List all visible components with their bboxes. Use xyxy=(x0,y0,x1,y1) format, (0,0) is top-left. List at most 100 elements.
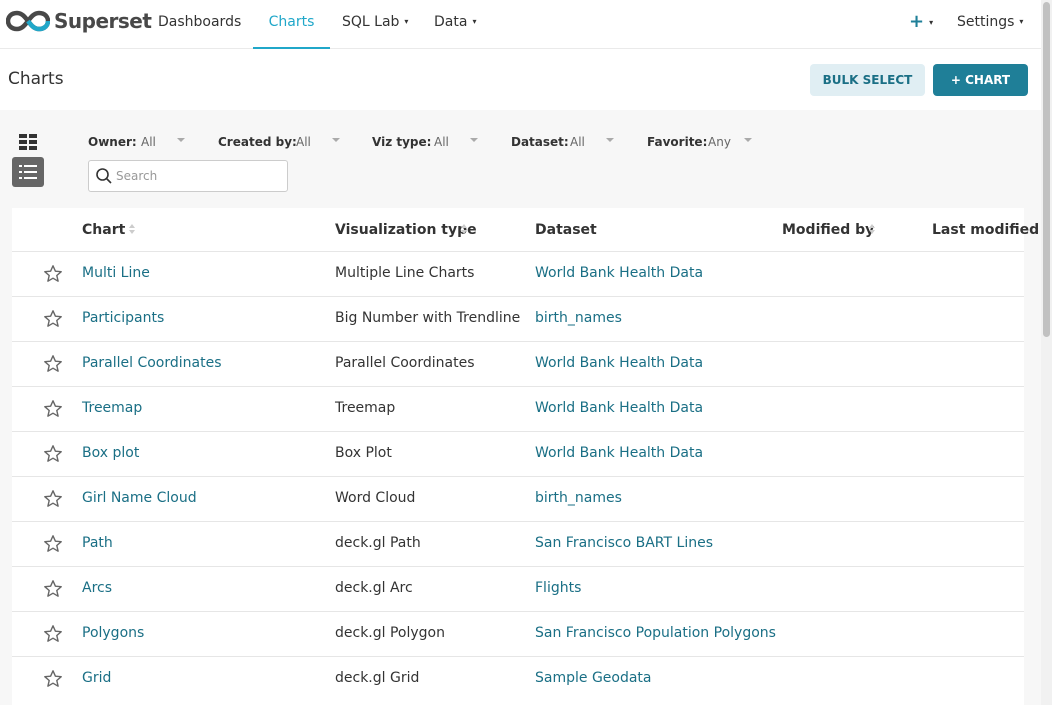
column-header-viz-type[interactable]: Visualization type xyxy=(335,222,477,238)
nav-data[interactable]: Data ▾ xyxy=(434,0,476,47)
filter-created-by-select[interactable]: All xyxy=(296,135,311,149)
chart-name-link[interactable]: Grid xyxy=(82,670,111,686)
star-outline-icon[interactable] xyxy=(43,354,63,374)
filter-created-by-label: Created by: xyxy=(218,135,297,149)
chevron-down-icon: ▾ xyxy=(1019,17,1024,26)
table-row[interactable]: Parallel Coordinates Parallel Coordinates… xyxy=(12,341,1024,387)
nav-dashboards-label: Dashboards xyxy=(158,14,242,30)
star-outline-icon[interactable] xyxy=(43,489,63,509)
chevron-down-icon[interactable] xyxy=(744,138,752,142)
card-view-toggle[interactable] xyxy=(19,134,37,150)
star-outline-icon[interactable] xyxy=(43,309,63,329)
add-chart-button[interactable]: + CHART xyxy=(933,64,1028,96)
viz-type-cell: Word Cloud xyxy=(335,490,416,506)
sort-icon[interactable] xyxy=(869,224,875,234)
sort-icon[interactable] xyxy=(129,224,135,234)
plus-icon: + xyxy=(909,11,925,32)
chart-name-link[interactable]: Girl Name Cloud xyxy=(82,490,197,506)
new-item-menu[interactable]: + ▾ xyxy=(909,0,933,47)
viz-type-cell: Box Plot xyxy=(335,445,392,461)
table-row[interactable]: Treemap Treemap World Bank Health Data xyxy=(12,386,1024,432)
column-header-last-modified[interactable]: Last modified xyxy=(932,222,1039,238)
scrollbar-thumb[interactable] xyxy=(1043,2,1050,337)
star-outline-icon[interactable] xyxy=(43,624,63,644)
page-title: Charts xyxy=(8,69,64,89)
nav-dashboards[interactable]: Dashboards xyxy=(158,0,241,47)
filter-dataset-select[interactable]: All xyxy=(570,135,585,149)
star-outline-icon[interactable] xyxy=(43,444,63,464)
dataset-link[interactable]: World Bank Health Data xyxy=(535,445,703,461)
dataset-link[interactable]: birth_names xyxy=(535,490,622,506)
nav-sql-lab[interactable]: SQL Lab ▾ xyxy=(342,0,408,47)
viz-type-cell: deck.gl Path xyxy=(335,535,421,551)
chart-name-link[interactable]: Polygons xyxy=(82,625,144,641)
filter-favorite-select[interactable]: Any xyxy=(708,135,731,149)
dataset-link[interactable]: San Francisco BART Lines xyxy=(535,535,713,551)
charts-table: Chart Visualization type Dataset Modifie… xyxy=(12,208,1039,705)
page-scrollbar[interactable] xyxy=(1041,0,1052,705)
dataset-link[interactable]: Sample Geodata xyxy=(535,670,652,686)
superset-logo-icon xyxy=(6,10,50,32)
filter-owner-select[interactable]: All xyxy=(141,135,156,149)
dataset-link[interactable]: Flights xyxy=(535,580,581,596)
column-header-chart[interactable]: Chart xyxy=(82,222,125,238)
dataset-link[interactable]: World Bank Health Data xyxy=(535,355,703,371)
table-row[interactable]: Path deck.gl Path San Francisco BART Lines xyxy=(12,521,1024,567)
search-input[interactable] xyxy=(116,166,276,186)
viz-type-cell: Multiple Line Charts xyxy=(335,265,475,281)
filter-owner-label: Owner: xyxy=(88,135,137,149)
brand-name: Superset xyxy=(54,9,152,33)
dataset-link[interactable]: San Francisco Population Polygons xyxy=(535,625,776,641)
page-header: Charts BULK SELECT + CHART xyxy=(0,49,1041,110)
star-outline-icon[interactable] xyxy=(43,669,63,689)
chevron-down-icon[interactable] xyxy=(470,138,478,142)
list-view-toggle[interactable] xyxy=(12,157,44,187)
chart-name-link[interactable]: Treemap xyxy=(82,400,142,416)
column-header-modified-by[interactable]: Modified by xyxy=(782,222,874,238)
bulk-select-button[interactable]: BULK SELECT xyxy=(810,64,925,96)
filter-favorite-label: Favorite: xyxy=(647,135,708,149)
dataset-link[interactable]: World Bank Health Data xyxy=(535,265,703,281)
sort-icon[interactable] xyxy=(461,224,467,234)
chevron-down-icon: ▾ xyxy=(472,17,477,26)
star-outline-icon[interactable] xyxy=(43,534,63,554)
viz-type-cell: deck.gl Arc xyxy=(335,580,413,596)
chevron-down-icon[interactable] xyxy=(606,138,614,142)
viz-type-cell: Treemap xyxy=(335,400,396,416)
chart-name-link[interactable]: Arcs xyxy=(82,580,112,596)
table-row[interactable]: Polygons deck.gl Polygon San Francisco Pop… xyxy=(12,611,1024,657)
table-row[interactable]: Grid deck.gl Grid Sample Geodata xyxy=(12,656,1024,702)
filter-viz-type-label: Viz type: xyxy=(372,135,432,149)
dataset-link[interactable]: World Bank Health Data xyxy=(535,400,703,416)
viz-type-cell: deck.gl Grid xyxy=(335,670,420,686)
settings-menu[interactable]: Settings ▾ xyxy=(957,0,1023,47)
chart-name-link[interactable]: Path xyxy=(82,535,113,551)
search-icon xyxy=(95,167,113,189)
grid-view-icon xyxy=(19,134,37,150)
filter-viz-type-select[interactable]: All xyxy=(434,135,449,149)
chart-name-link[interactable]: Multi Line xyxy=(82,265,150,281)
dataset-link[interactable]: birth_names xyxy=(535,310,622,326)
table-row[interactable]: Multi Line Multiple Line Charts World Bank… xyxy=(12,251,1024,297)
star-outline-icon[interactable] xyxy=(43,264,63,284)
brand-logo[interactable]: Superset xyxy=(6,7,152,35)
table-row[interactable]: Participants Big Number with Trendline bir… xyxy=(12,296,1024,342)
column-header-dataset[interactable]: Dataset xyxy=(535,222,597,238)
table-row[interactable]: Box plot Box Plot World Bank Health Data xyxy=(12,431,1024,477)
chevron-down-icon[interactable] xyxy=(177,138,185,142)
nav-charts[interactable]: Charts xyxy=(253,0,330,49)
chevron-down-icon: ▾ xyxy=(929,18,934,27)
chevron-down-icon[interactable] xyxy=(332,138,340,142)
list-view-icon xyxy=(19,165,37,179)
chart-name-link[interactable]: Participants xyxy=(82,310,164,326)
star-outline-icon[interactable] xyxy=(43,579,63,599)
chevron-down-icon: ▾ xyxy=(404,17,409,26)
nav-data-label: Data xyxy=(434,14,468,30)
table-row[interactable]: Arcs deck.gl Arc Flights xyxy=(12,566,1024,612)
viz-type-cell: deck.gl Polygon xyxy=(335,625,445,641)
table-row[interactable]: Girl Name Cloud Word Cloud birth_names xyxy=(12,476,1024,522)
chart-name-link[interactable]: Box plot xyxy=(82,445,139,461)
settings-label: Settings xyxy=(957,14,1015,30)
star-outline-icon[interactable] xyxy=(43,399,63,419)
chart-name-link[interactable]: Parallel Coordinates xyxy=(82,355,222,371)
